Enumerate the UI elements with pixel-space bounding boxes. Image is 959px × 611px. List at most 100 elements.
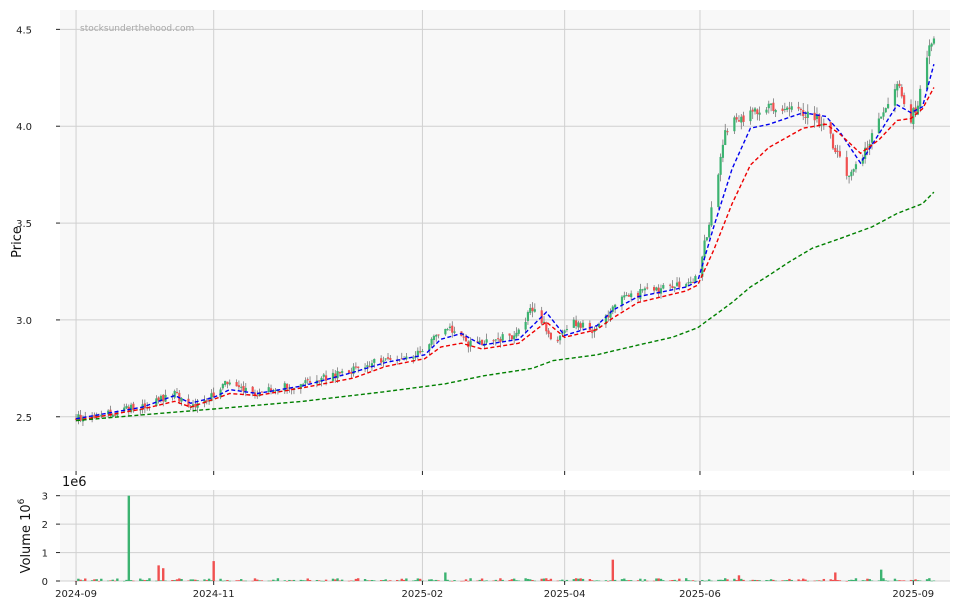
volume-bar [304,580,307,581]
volume-bar [850,579,853,581]
candle-body [558,335,562,341]
volume-bar [772,579,775,581]
candle-body [898,83,901,87]
volume-bar [283,580,286,581]
volume-bar [253,578,257,581]
candle-body [341,371,344,373]
candle-body [675,282,679,286]
candle-body [125,405,128,409]
candle-body [306,379,309,381]
volume-bar [822,578,826,581]
volume-bar [430,579,433,581]
volume-bar [659,578,663,581]
candle-body [625,295,628,297]
volume-bar [434,579,438,581]
volume-bar [240,579,243,581]
volume-bar [694,580,697,582]
volume-bar [545,578,548,581]
volume-bar [159,580,163,581]
watermark: stocksunderthehood.com [80,24,194,34]
volume-bar [370,579,374,581]
candle-body [485,339,488,343]
volume-bar [196,580,199,581]
volume-bar [914,579,917,581]
candle-body [448,326,452,329]
candle-body [453,331,456,333]
volume-bar [678,578,681,581]
volume-bar [852,579,855,581]
candle-body [790,106,793,110]
candle-body [896,84,899,91]
candle-body [903,95,906,105]
volume-bar [363,579,367,581]
volume-bar [687,580,690,581]
candle-body [501,334,504,341]
candle-body [260,391,263,393]
candle-body [591,329,594,334]
volume-bar [111,579,114,581]
candle-body [893,89,897,106]
candle-body [524,321,527,330]
volume-bar [171,580,174,581]
volume-bar [203,579,206,581]
volume-bar [157,565,160,581]
volume-bar [831,579,835,581]
volume-bar [242,580,245,582]
volume-bar [251,580,254,582]
candle-body [159,395,163,400]
volume-bar [418,578,422,581]
candle-body [173,390,176,398]
volume-bar [288,579,291,581]
volume-bar [629,580,633,581]
candle-body [689,281,692,284]
volume-bar [207,578,211,581]
volume-bar [320,580,323,582]
candle-body [382,360,385,362]
price-y-tick-label: 3.0 [16,316,32,327]
candle-body [480,339,484,345]
volume-bar [432,580,436,581]
volume-bar [781,580,784,581]
candle-body [462,336,465,338]
volume-bar [226,579,229,581]
volume-bar [237,580,241,581]
volume-bar [276,578,280,581]
volume-bar [244,580,247,582]
candle-body [338,371,341,374]
volume-bar [462,580,465,582]
candle-body [623,295,626,298]
candle-body [308,381,312,383]
candle-body [724,130,727,145]
volume-bar [893,578,897,581]
candle-body [799,108,803,110]
volume-bar [753,579,757,581]
volume-bar [148,578,151,581]
volume-bar [909,579,913,581]
volume-bar [613,579,617,581]
price-y-tick-label: 4.0 [16,122,32,133]
volume-bar [657,578,660,581]
volume-bar [84,578,87,581]
volume-bar [847,580,851,581]
x-tick-label: 2024-09 [55,589,97,600]
volume-bar [735,580,738,581]
volume-y-tick-label: 3 [42,492,48,503]
candle-body [703,240,706,257]
volume-bar [886,580,890,582]
volume-bar [581,578,585,581]
volume-bar [299,579,303,581]
candle-body [614,304,617,308]
volume-bar [549,578,553,581]
candle-body [432,335,435,341]
volume-bar [877,580,881,581]
volume-bar [863,580,867,581]
volume-bar [556,580,559,582]
volume-bar [221,580,225,582]
candle-body [845,157,848,176]
candle-body [224,380,227,385]
volume-bar [928,578,931,581]
candle-body [237,385,241,388]
volume-bar [79,579,82,581]
volume-bar [274,580,277,581]
candle-body [157,397,160,401]
